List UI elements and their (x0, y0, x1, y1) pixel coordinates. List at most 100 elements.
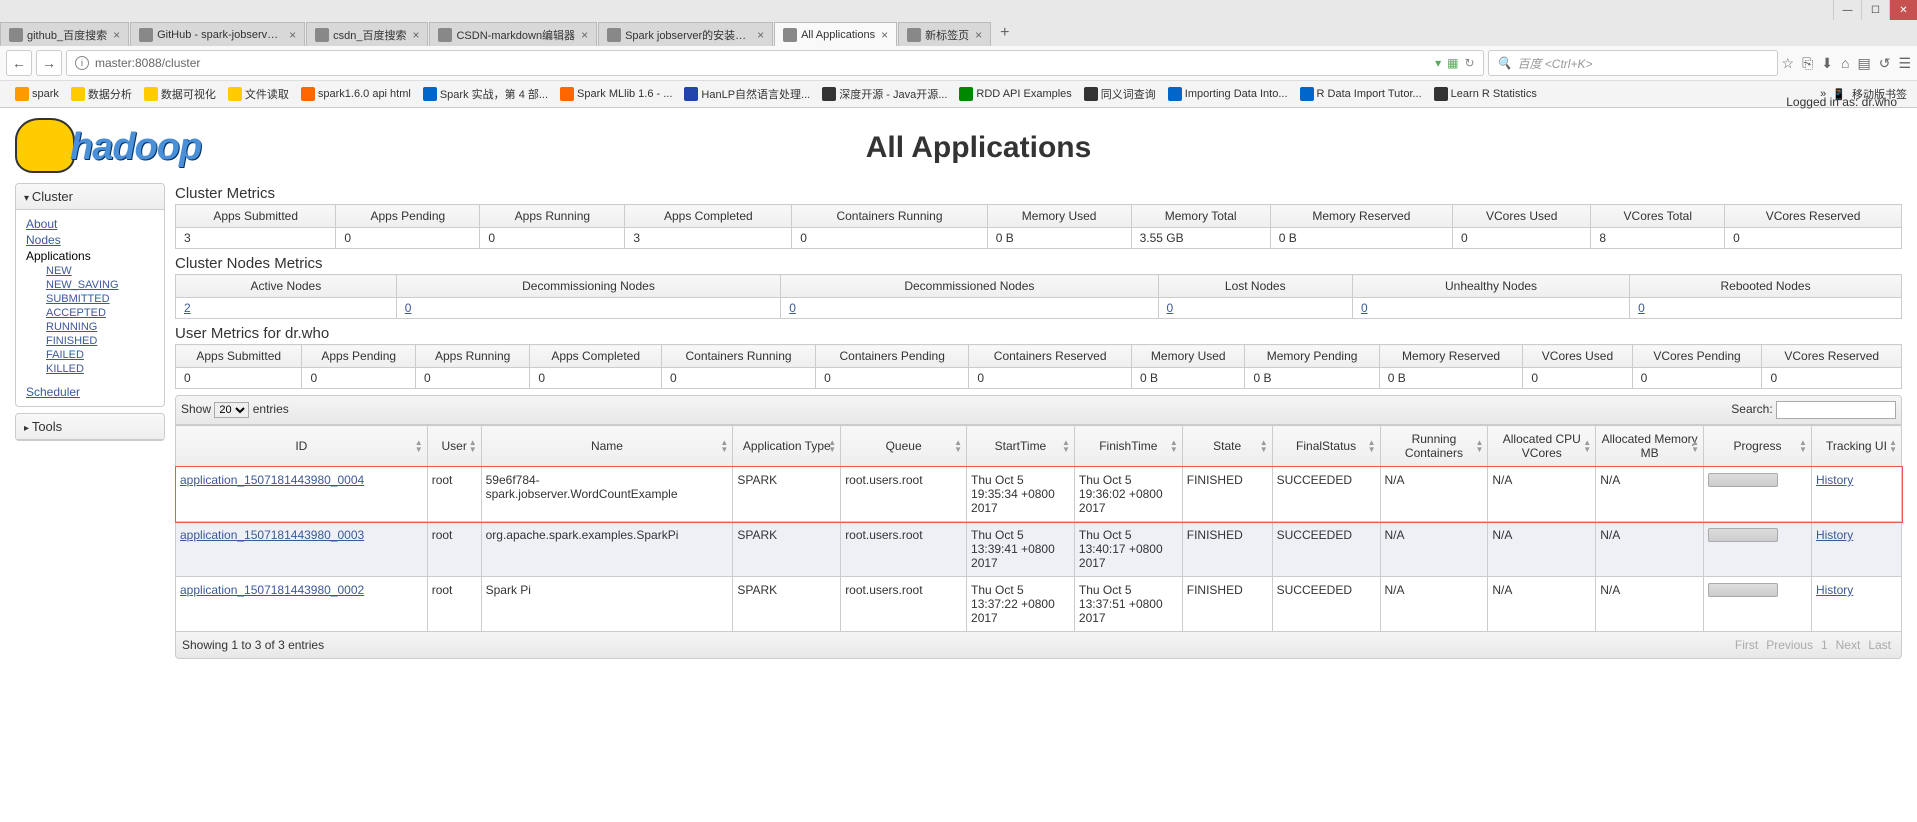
tab-close-icon[interactable]: × (975, 28, 982, 42)
page-size-select[interactable]: 20 (214, 402, 249, 418)
apps-header[interactable]: Tracking UI▲▼ (1811, 426, 1901, 467)
sidebar-link-about[interactable]: About (26, 216, 154, 232)
browser-tab[interactable]: github_百度搜索× (0, 22, 129, 46)
metric-link[interactable]: 0 (1638, 301, 1645, 315)
apps-header[interactable]: ID▲▼ (176, 426, 428, 467)
tab-close-icon[interactable]: × (757, 28, 764, 42)
app-id-link[interactable]: application_1507181443980_0004 (180, 473, 364, 487)
tab-close-icon[interactable]: × (113, 28, 120, 42)
apps-header[interactable]: FinishTime▲▼ (1074, 426, 1182, 467)
app-id-link[interactable]: application_1507181443980_0002 (180, 583, 364, 597)
forward-button[interactable]: → (36, 50, 62, 76)
metric-header: Apps Pending (302, 345, 416, 368)
paginate-first[interactable]: First (1735, 638, 1758, 652)
bookmark-item[interactable]: Spark MLlib 1.6 - ... (555, 85, 677, 103)
back-button[interactable]: ← (6, 50, 32, 76)
minimize-button[interactable]: — (1833, 0, 1861, 20)
info-icon[interactable]: i (75, 56, 89, 70)
apps-header[interactable]: Queue▲▼ (841, 426, 967, 467)
sidebar-state-submitted[interactable]: SUBMITTED (46, 292, 154, 306)
bookmark-item[interactable]: 深度开源 - Java开源... (817, 84, 952, 104)
metric-link[interactable]: 0 (405, 301, 412, 315)
paginate-previous[interactable]: Previous (1766, 638, 1813, 652)
sidebar-state-accepted[interactable]: ACCEPTED (46, 306, 154, 320)
sync-icon[interactable]: ↺ (1879, 55, 1891, 72)
maximize-button[interactable]: ☐ (1861, 0, 1889, 20)
pocket-icon[interactable]: ⎘ (1802, 55, 1813, 72)
tracking-link[interactable]: History (1816, 473, 1853, 487)
paginate-next[interactable]: Next (1836, 638, 1861, 652)
hadoop-logo[interactable]: hadoop (15, 118, 255, 178)
bookmark-item[interactable]: Spark 实战，第 4 部... (418, 84, 553, 104)
tab-close-icon[interactable]: × (881, 28, 888, 42)
sidebar-icon[interactable]: ▤ (1857, 55, 1870, 72)
browser-tab[interactable]: CSDN-markdown编辑器× (429, 22, 597, 46)
apps-header[interactable]: User▲▼ (427, 426, 481, 467)
column-label: Application Type (743, 439, 831, 453)
bookmark-item[interactable]: 数据可视化 (139, 84, 221, 104)
cluster-nav-header[interactable]: Cluster (16, 184, 164, 210)
metric-value: 0 (530, 368, 662, 389)
bookmark-item[interactable]: 数据分析 (66, 84, 137, 104)
download-icon[interactable]: ⬇ (1821, 55, 1833, 72)
menu-icon[interactable]: ☰ (1898, 55, 1911, 72)
metric-link[interactable]: 2 (184, 301, 191, 315)
bookmark-icon (144, 87, 158, 101)
search-input[interactable]: 🔍 百度 <Ctrl+K> (1488, 50, 1778, 76)
app-id-link[interactable]: application_1507181443980_0003 (180, 528, 364, 542)
url-input[interactable]: i master:8088/cluster ▾ ▦ ↻ (66, 50, 1484, 76)
tab-close-icon[interactable]: × (581, 28, 588, 42)
bookmark-item[interactable]: 同义词查询 (1079, 84, 1161, 104)
bookmark-star-icon[interactable]: ☆ (1782, 55, 1795, 72)
metric-link[interactable]: 0 (1167, 301, 1174, 315)
bookmark-item[interactable]: HanLP自然语言处理... (679, 84, 815, 104)
bookmark-item[interactable]: Importing Data Into... (1163, 85, 1293, 103)
apps-header[interactable]: Running Containers▲▼ (1380, 426, 1488, 467)
bookmark-item[interactable]: RDD API Examples (954, 85, 1076, 103)
shield-icon[interactable]: ▾ (1435, 56, 1441, 70)
metric-link[interactable]: 0 (789, 301, 796, 315)
bookmark-item[interactable]: 文件读取 (223, 84, 294, 104)
tools-nav-header[interactable]: Tools (16, 414, 164, 440)
apps-header[interactable]: Allocated Memory MB▲▼ (1596, 426, 1704, 467)
browser-tab[interactable]: Spark jobserver的安装和使用 |× (598, 22, 773, 46)
apps-header[interactable]: Progress▲▼ (1704, 426, 1812, 467)
apps-header[interactable]: Name▲▼ (481, 426, 733, 467)
bookmark-item[interactable]: spark (10, 85, 64, 103)
bookmark-item[interactable]: Learn R Statistics (1429, 85, 1542, 103)
home-icon[interactable]: ⌂ (1841, 55, 1849, 72)
apps-header[interactable]: State▲▼ (1182, 426, 1272, 467)
apps-header[interactable]: FinalStatus▲▼ (1272, 426, 1380, 467)
new-tab-button[interactable]: + (992, 20, 1017, 46)
metric-value: 0 B (1132, 368, 1245, 389)
apps-header[interactable]: StartTime▲▼ (967, 426, 1075, 467)
paginate-last[interactable]: Last (1868, 638, 1891, 652)
apps-header[interactable]: Allocated CPU VCores▲▼ (1488, 426, 1596, 467)
apps-header[interactable]: Application Type▲▼ (733, 426, 841, 467)
sidebar-link-applications[interactable]: Applications (26, 248, 154, 264)
close-window-button[interactable]: ✕ (1889, 0, 1917, 20)
tracking-link[interactable]: History (1816, 583, 1853, 597)
tab-close-icon[interactable]: × (412, 28, 419, 42)
bookmark-item[interactable]: spark1.6.0 api html (296, 85, 416, 103)
browser-tab[interactable]: csdn_百度搜索× (306, 22, 428, 46)
sidebar-state-new_saving[interactable]: NEW_SAVING (46, 278, 154, 292)
sidebar-state-killed[interactable]: KILLED (46, 362, 154, 376)
sidebar-link-nodes[interactable]: Nodes (26, 232, 154, 248)
sidebar-link-scheduler[interactable]: Scheduler (26, 384, 154, 400)
paginate-1[interactable]: 1 (1821, 638, 1828, 652)
browser-tab[interactable]: All Applications× (774, 22, 897, 46)
tracking-link[interactable]: History (1816, 528, 1853, 542)
apps-search-input[interactable] (1776, 401, 1896, 419)
sidebar-state-running[interactable]: RUNNING (46, 320, 154, 334)
bookmark-item[interactable]: R Data Import Tutor... (1295, 85, 1427, 103)
browser-tab[interactable]: 新标签页× (898, 22, 991, 46)
sidebar-state-new[interactable]: NEW (46, 264, 154, 278)
sidebar-state-finished[interactable]: FINISHED (46, 334, 154, 348)
reload-icon[interactable]: ↻ (1464, 56, 1474, 70)
metric-link[interactable]: 0 (1361, 301, 1368, 315)
checker-icon[interactable]: ▦ (1447, 56, 1458, 70)
tab-close-icon[interactable]: × (289, 28, 296, 42)
browser-tab[interactable]: GitHub - spark-jobserver/s× (130, 22, 305, 46)
sidebar-state-failed[interactable]: FAILED (46, 348, 154, 362)
